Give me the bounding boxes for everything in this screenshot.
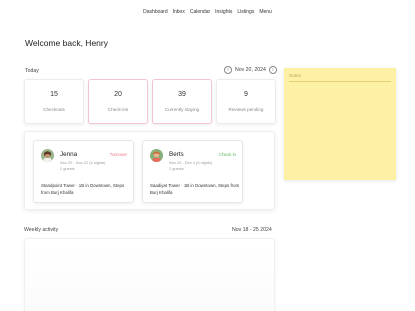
date-selector: ‹ Nov 20, 2024 ›: [224, 66, 277, 74]
property-address: Standpoint Tower · 1B in Downtown, Steps…: [41, 183, 125, 195]
weekly-date-range: Nov 18 - 25 2024: [232, 227, 272, 233]
avatar: [150, 149, 163, 162]
nav-insights[interactable]: Insights: [215, 9, 232, 15]
stat-checkouts[interactable]: 15 Checkouts: [24, 79, 84, 124]
stat-label: Checkouts: [43, 107, 65, 112]
stat-currently-staying[interactable]: 39 Currently staying: [152, 79, 212, 124]
stat-reviews-pending[interactable]: 9 Reviews pending: [216, 79, 276, 124]
stat-label: Reviews pending: [228, 107, 264, 112]
nav-calendar[interactable]: Calendar: [190, 9, 210, 15]
guest-card-jenna[interactable]: Jenna Turnover Nov 20 - Nov 22 (4 nights…: [33, 140, 134, 203]
guest-card-berts[interactable]: Berts Check in Nov 20 - Dec 4 (5 nights)…: [142, 140, 243, 203]
nav-menu[interactable]: Menu: [259, 9, 272, 15]
guest-count: 2 guests: [169, 166, 184, 171]
status-badge: Turnover: [109, 152, 127, 157]
stats-row: 15 Checkouts 20 Check-ins 39 Currently s…: [24, 79, 276, 124]
notes-widget[interactable]: Notes: [284, 68, 396, 180]
property-address: Saadiyat Tower · 1B in Downtown, Steps f…: [150, 183, 240, 195]
prev-date-button[interactable]: ‹: [224, 66, 232, 74]
guest-name: Berts: [169, 151, 184, 158]
next-date-button[interactable]: ›: [268, 66, 277, 74]
stay-dates: Nov 20 - Dec 4 (5 nights): [169, 160, 213, 165]
current-date: Nov 20, 2024: [235, 67, 266, 73]
guest-cards-panel: Jenna Turnover Nov 20 - Nov 22 (4 nights…: [24, 131, 275, 210]
notes-divider: [289, 81, 391, 82]
nav-dashboard[interactable]: Dashboard: [143, 9, 167, 15]
stat-value: 20: [114, 91, 122, 98]
weekly-activity-panel: [24, 238, 275, 311]
guest-count: 2 guests: [60, 166, 75, 171]
notes-placeholder[interactable]: Notes: [289, 73, 301, 78]
top-nav: Dashboard Inbox Calendar Insights Listin…: [0, 9, 415, 15]
guest-name: Jenna: [60, 151, 78, 158]
stay-dates: Nov 20 - Nov 22 (4 nights): [60, 160, 106, 165]
chevron-right-icon: ›: [272, 66, 274, 73]
nav-inbox[interactable]: Inbox: [173, 9, 185, 15]
status-badge: Check in: [218, 152, 236, 157]
stat-value: 15: [50, 91, 58, 98]
avatar: [41, 149, 54, 162]
stat-label: Check-ins: [107, 107, 129, 112]
chevron-left-icon: ‹: [227, 66, 229, 73]
stat-label: Currently staying: [164, 107, 200, 112]
today-label: Today: [25, 68, 39, 74]
stat-value: 9: [244, 91, 248, 98]
welcome-heading: Welcome back, Henry: [25, 38, 108, 48]
stat-value: 39: [178, 91, 186, 98]
weekly-activity-title: Weekly activity: [24, 227, 59, 233]
nav-listings[interactable]: Listings: [237, 9, 254, 15]
stat-check-ins[interactable]: 20 Check-ins: [88, 79, 148, 124]
